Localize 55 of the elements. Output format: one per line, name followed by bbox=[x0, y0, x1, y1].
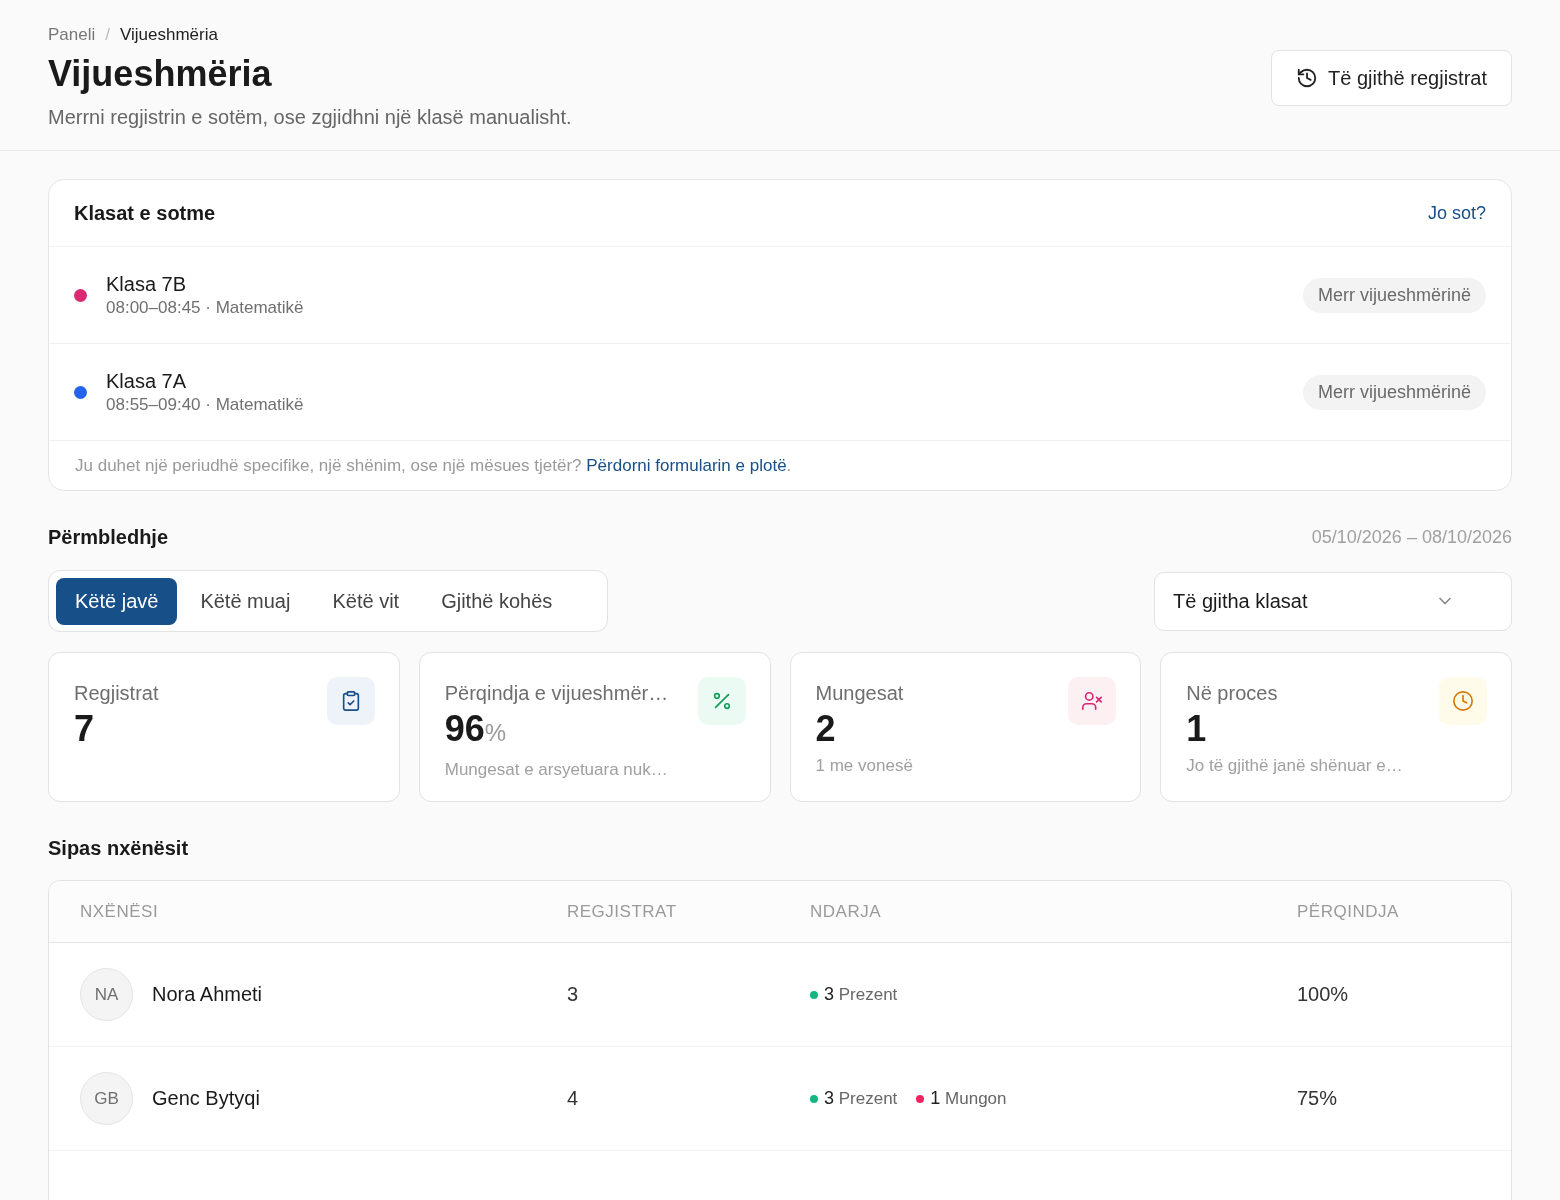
column-header: REGJISTRAT bbox=[567, 901, 678, 922]
stat-label: Në proces bbox=[1186, 681, 1279, 705]
column-header: PËRQINDJA bbox=[1297, 901, 1400, 922]
percent-icon bbox=[697, 677, 746, 725]
section-title: Përmbledhje bbox=[48, 525, 169, 549]
records-cell-text: 4 bbox=[567, 1087, 580, 1110]
page-subtitle: Merrni regjistrin e sotëm, ose zgjidhni një klasë manualisht. bbox=[48, 105, 572, 130]
all-records-button[interactable]: Të gjithë regjistrat bbox=[1271, 50, 1512, 106]
stat-value: 2 bbox=[815, 709, 837, 749]
class-select[interactable]: Të gjitha klasat bbox=[1154, 571, 1512, 631]
period-tab[interactable]: Gjithë kohës bbox=[422, 577, 572, 625]
class-time-subject: 08:55–09:40 · Matematikë bbox=[106, 394, 305, 416]
full-form-link[interactable]: Përdorni formularin e plotë bbox=[586, 455, 787, 476]
period-tab[interactable]: Këtë javë bbox=[56, 577, 178, 625]
student-name: Nora Ahmeti bbox=[152, 983, 263, 1006]
stat-note: Mungesat e arsyetuara nuk… bbox=[444, 759, 669, 781]
stat-note: Jo të gjithë janë shënuar e… bbox=[1186, 755, 1403, 777]
class-name: Klasa 7A bbox=[106, 369, 188, 394]
breadcrumb-link[interactable]: Paneli bbox=[48, 24, 96, 46]
stat-value: 7 bbox=[74, 709, 96, 749]
page-title: Vijueshmëria bbox=[48, 52, 273, 96]
history-icon bbox=[1296, 67, 1319, 89]
stat-label: Regjistrat bbox=[74, 681, 159, 705]
breadcrumb-separator: / bbox=[105, 24, 110, 46]
initials-avatar: GB bbox=[80, 1072, 133, 1125]
column-header: NDARJA bbox=[810, 901, 882, 922]
student-name: Genc Bytyqi bbox=[152, 1087, 260, 1110]
section-title: Sipas nxënësit bbox=[48, 836, 189, 860]
status-count: 1 Mungon bbox=[930, 1088, 1007, 1109]
status-count: 3 Prezent bbox=[824, 984, 898, 1005]
date-range: 05/10/2026 – 08/10/2026 bbox=[1311, 526, 1512, 548]
records-cell-text: 3 bbox=[567, 983, 580, 1006]
period-tab[interactable]: Këtë vit bbox=[313, 577, 419, 625]
period-tab[interactable]: Këtë muaj bbox=[181, 577, 310, 625]
status-count: 3 Prezent bbox=[824, 1088, 898, 1109]
take-attendance-button[interactable]: Merr vijueshmërinë bbox=[1302, 374, 1486, 410]
breadcrumb-link[interactable]: Vijueshmëria bbox=[120, 24, 218, 46]
clock-icon bbox=[1439, 677, 1487, 725]
footer-note: Ju duhet një periudhë specifike, një shënim, ose një mësues tjetër? Përdorni formularin e plotë. bbox=[74, 454, 793, 478]
stat-label: Përqindja e vijueshmër… bbox=[444, 681, 669, 705]
class-name: Klasa 7B bbox=[106, 272, 188, 297]
clipboard-check-icon bbox=[326, 677, 375, 725]
card-title: Klasat e sotme bbox=[74, 201, 216, 225]
initials-avatar: NA bbox=[80, 968, 133, 1021]
stat-value: 1 bbox=[1186, 709, 1208, 749]
stat-note: 1 me vonesë bbox=[815, 755, 913, 777]
user-x-icon bbox=[1068, 677, 1117, 725]
stat-label: Mungesat bbox=[815, 681, 905, 705]
percent-cell-text: 100% bbox=[1297, 983, 1350, 1006]
not-today-link[interactable]: Jo sot? bbox=[1427, 202, 1486, 224]
percent-cell-text: 75% bbox=[1297, 1087, 1339, 1110]
stat-value: 96% bbox=[444, 709, 508, 751]
column-header: NXËNËSI bbox=[80, 901, 160, 922]
take-attendance-button[interactable]: Merr vijueshmërinë bbox=[1302, 277, 1486, 313]
class-time-subject: 08:00–08:45 · Matematikë bbox=[106, 297, 305, 319]
